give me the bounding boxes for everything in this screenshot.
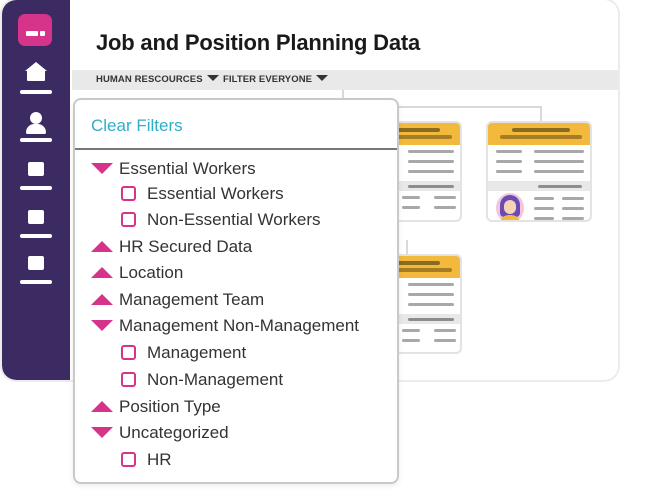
filter-option-label: Management [147, 343, 247, 362]
checkbox[interactable] [121, 345, 136, 360]
department-filter-label: HUMAN RESCOURCES [96, 74, 203, 85]
filter-dropdown-panel: Clear Filters Essential Workers Essentia… [73, 98, 399, 484]
triangle-up-icon [91, 241, 113, 252]
employee-avatar [496, 193, 524, 220]
people-filter-dropdown[interactable]: FILTER EVERYONE [223, 74, 329, 85]
org-chart-card[interactable] [486, 121, 592, 222]
checkbox[interactable] [121, 452, 136, 467]
filter-group-label: Management Non-Management [119, 316, 360, 335]
home-icon[interactable] [19, 62, 53, 94]
filter-option-label: Non-Essential Workers [147, 210, 321, 229]
chevron-down-icon [206, 75, 219, 81]
people-filter-label: FILTER EVERYONE [223, 74, 313, 85]
chevron-down-icon [316, 75, 329, 81]
document-icon[interactable] [19, 158, 53, 190]
triangle-up-icon [91, 267, 113, 278]
checkbox[interactable] [121, 186, 136, 201]
filter-group-label: Location [119, 263, 184, 282]
divider [75, 148, 397, 150]
triangle-down-icon [91, 427, 113, 438]
logo-icon[interactable] [18, 14, 52, 46]
triangle-up-icon [91, 294, 113, 305]
user-icon[interactable] [19, 110, 53, 142]
filter-group-label: HR Secured Data [119, 237, 253, 256]
clear-filters-link[interactable]: Clear Filters [91, 116, 183, 136]
filter-group-label: Uncategorized [119, 423, 229, 442]
page-title: Job and Position Planning Data [96, 30, 421, 55]
filter-group-label: Position Type [119, 397, 221, 416]
filter-group-label: Management Team [119, 290, 265, 309]
org-connector [540, 106, 542, 122]
filter-option-label: Non-Management [147, 370, 284, 389]
filter-group-label: Essential Workers [119, 159, 256, 178]
department-filter-dropdown[interactable]: HUMAN RESCOURCES [96, 74, 219, 85]
filter-option-label: HR [147, 450, 172, 469]
triangle-down-icon [91, 163, 113, 174]
document-icon[interactable] [19, 206, 53, 238]
triangle-down-icon [91, 320, 113, 331]
sidebar [2, 0, 70, 380]
triangle-up-icon [91, 401, 113, 412]
filter-option-label: Essential Workers [147, 184, 284, 203]
document-icon[interactable] [19, 252, 53, 284]
filter-bar: HUMAN RESCOURCES FILTER EVERYONE [72, 70, 618, 90]
checkbox[interactable] [121, 212, 136, 227]
checkbox[interactable] [121, 372, 136, 387]
